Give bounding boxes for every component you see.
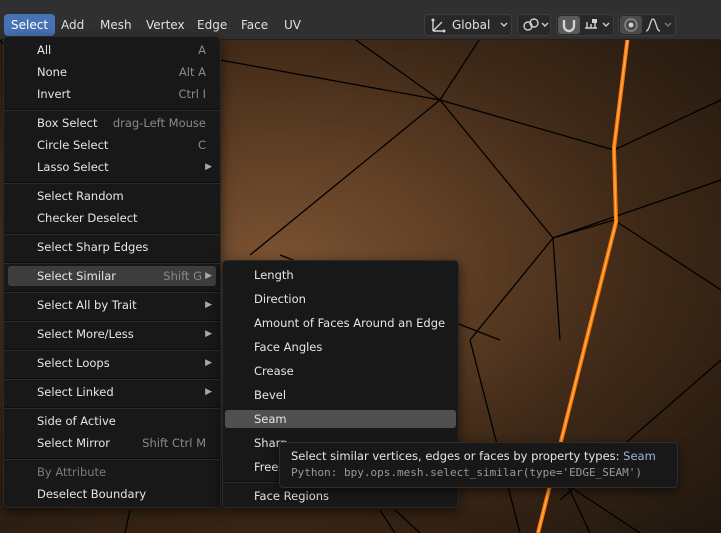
chevron-down-icon	[540, 17, 550, 38]
menu-separator	[4, 407, 220, 409]
menu-item-checker-deselect[interactable]: Checker Deselect	[8, 208, 216, 228]
triangle-right-icon: ▶	[205, 329, 212, 339]
snap-increment-icon[interactable]	[583, 17, 599, 38]
menu-item-side-of-active[interactable]: Side of Active	[8, 411, 216, 431]
triangle-right-icon: ▶	[205, 358, 212, 368]
chevron-down-icon[interactable]	[663, 17, 673, 38]
submenu-item-face-angles[interactable]: Face Angles	[225, 338, 456, 356]
shortcut-label: C	[197, 138, 206, 152]
tooltip: Select similar vertices, edges or faces …	[279, 442, 678, 488]
snap-toggle[interactable]	[558, 16, 580, 34]
shortcut-label: Shift Ctrl M	[142, 436, 206, 450]
shortcut-label: Alt A	[178, 65, 206, 79]
menu-item-lasso-select[interactable]: Lasso Select ▶	[8, 157, 216, 177]
proportional-editing-controls	[618, 14, 676, 36]
submenu-item-bevel[interactable]: Bevel	[225, 386, 456, 404]
pivot-point-icon	[522, 17, 540, 38]
menu-item-circle-select[interactable]: Circle Select C	[8, 135, 216, 155]
menu-vertex[interactable]: Vertex	[139, 14, 192, 36]
menu-uv[interactable]: UV	[277, 14, 308, 36]
tooltip-description: Select similar vertices, edges or faces …	[291, 449, 656, 463]
proportional-edit-icon	[623, 17, 639, 38]
menu-item-select-sharp-edges[interactable]: Select Sharp Edges	[8, 237, 216, 257]
triangle-right-icon: ▶	[205, 162, 212, 172]
menu-item-box-select[interactable]: Box Select drag-Left Mouse	[8, 113, 216, 133]
falloff-curve-icon[interactable]	[645, 17, 661, 38]
menu-face[interactable]: Face	[234, 14, 275, 36]
menu-separator	[4, 291, 220, 293]
chevron-down-icon[interactable]	[601, 17, 611, 38]
snapping-controls	[556, 14, 614, 36]
menu-separator	[4, 262, 220, 264]
submenu-item-seam[interactable]: Seam	[225, 410, 456, 428]
shortcut-label: Shift G	[163, 269, 202, 283]
viewport-header: Select Add Mesh Vertex Edge Face UV Glob…	[0, 0, 721, 40]
menu-item-select-random[interactable]: Select Random	[8, 186, 216, 206]
proportional-edit-toggle[interactable]	[620, 16, 642, 34]
transform-orientation-icon	[431, 17, 447, 38]
submenu-item-direction[interactable]: Direction	[225, 290, 456, 308]
menu-separator	[4, 109, 220, 111]
menu-item-all[interactable]: All A	[8, 40, 216, 60]
menu-edge[interactable]: Edge	[190, 14, 234, 36]
menu-separator	[4, 233, 220, 235]
triangle-right-icon: ▶	[205, 300, 212, 310]
menu-separator	[4, 458, 220, 460]
menu-select[interactable]: Select	[4, 14, 56, 36]
shortcut-label: A	[198, 43, 206, 57]
pivot-point-dropdown[interactable]	[517, 14, 551, 36]
menu-item-select-all-by-trait[interactable]: Select All by Trait ▶	[8, 295, 216, 315]
submenu-item-length[interactable]: Length	[225, 266, 456, 284]
menu-mesh[interactable]: Mesh	[93, 14, 139, 36]
menu-item-deselect-boundary[interactable]: Deselect Boundary	[8, 484, 216, 504]
menu-item-none[interactable]: None Alt A	[8, 62, 216, 82]
menu-item-select-more-less[interactable]: Select More/Less ▶	[8, 324, 216, 344]
transform-orientation-label: Global	[452, 18, 491, 32]
menu-add[interactable]: Add	[54, 14, 91, 36]
select-menu: All A None Alt A Invert Ctrl I Box Select dr…	[3, 36, 221, 508]
menu-item-select-mirror[interactable]: Select Mirror Shift Ctrl M	[8, 433, 216, 453]
submenu-item-amount-of-faces[interactable]: Amount of Faces Around an Edge	[225, 314, 456, 332]
triangle-right-icon: ▶	[205, 387, 212, 397]
tooltip-value: Seam	[623, 449, 656, 463]
menu-item-by-attribute: By Attribute	[37, 465, 107, 479]
shortcut-label: Ctrl I	[178, 87, 206, 101]
menu-item-select-similar[interactable]: Select Similar Shift G ▶	[8, 266, 216, 286]
submenu-item-crease[interactable]: Crease	[225, 362, 456, 380]
menu-separator	[4, 378, 220, 380]
menu-separator	[4, 320, 220, 322]
menu-item-select-linked[interactable]: Select Linked ▶	[8, 382, 216, 402]
transform-orientation-dropdown[interactable]: Global	[424, 14, 512, 36]
snap-magnet-icon	[561, 17, 577, 38]
triangle-right-icon: ▶	[205, 271, 212, 281]
shortcut-label: drag-Left Mouse	[112, 116, 206, 130]
menu-separator	[4, 349, 220, 351]
submenu-item-face-regions[interactable]: Face Regions	[225, 487, 456, 505]
menu-item-invert[interactable]: Invert Ctrl I	[8, 84, 216, 104]
tooltip-python: Python: bpy.ops.mesh.select_similar(type…	[291, 466, 642, 479]
menu-separator	[4, 182, 220, 184]
menu-item-select-loops[interactable]: Select Loops ▶	[8, 353, 216, 373]
chevron-down-icon	[499, 17, 509, 39]
